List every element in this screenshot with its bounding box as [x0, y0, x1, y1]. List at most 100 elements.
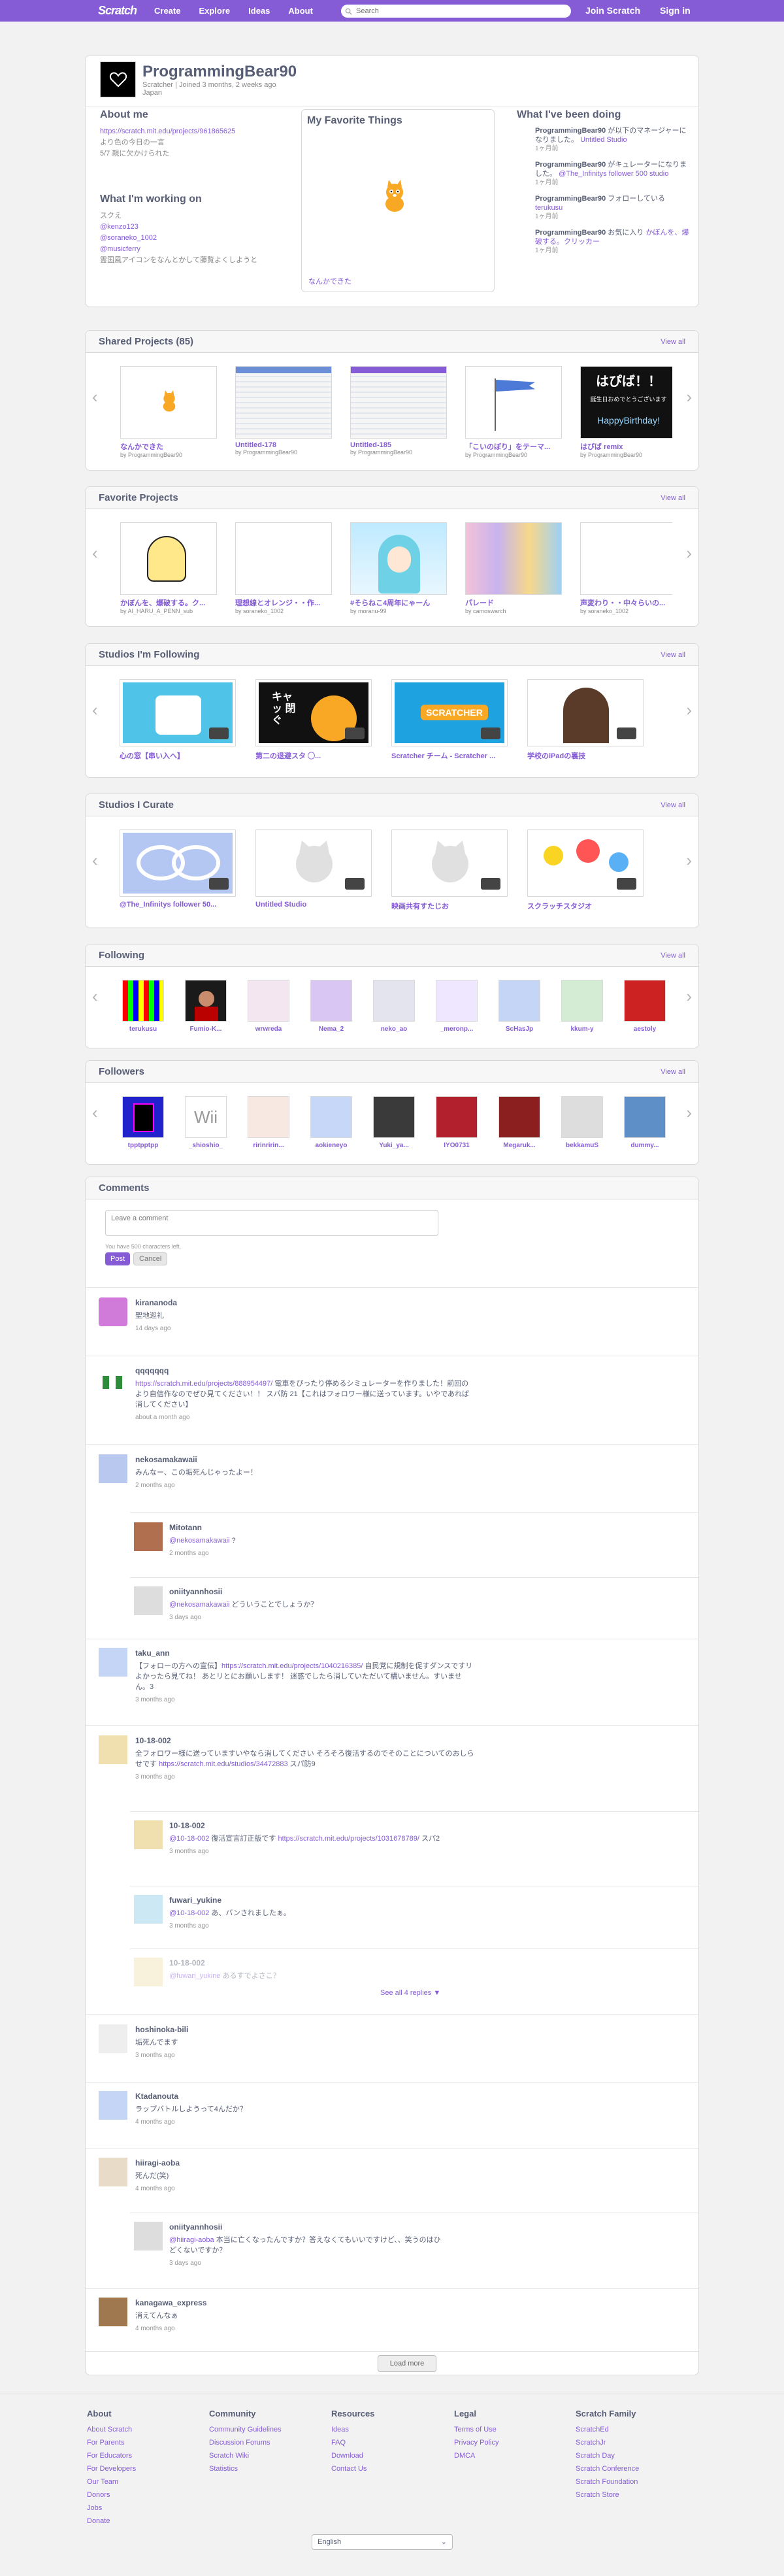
project-tile[interactable]: なんかできた by ProgrammingBear90	[112, 366, 227, 470]
studio-title[interactable]: Untitled Studio	[255, 901, 376, 909]
comment-username[interactable]: oniityannhosii	[169, 2222, 444, 2232]
comment-username[interactable]: nekosamakawaii	[135, 1454, 475, 1465]
username[interactable]: tpptpptpp	[128, 1142, 159, 1149]
comment-mention[interactable]: @10-18-002	[169, 1909, 209, 1917]
avatar[interactable]	[99, 1648, 127, 1677]
avatar[interactable]	[99, 2158, 127, 2186]
project-title[interactable]: はぴば remix	[580, 441, 672, 452]
comment-username[interactable]: Ktadanouta	[135, 2091, 475, 2101]
project-tile[interactable]: パレード by camoswarch	[457, 522, 572, 626]
footer-link[interactable]: Statistics	[209, 2462, 282, 2475]
about-link[interactable]: https://scratch.mit.edu/projects/9618656…	[100, 127, 235, 135]
comment-username[interactable]: Mitotann	[169, 1522, 509, 1533]
avatar[interactable]	[99, 2091, 127, 2120]
project-title[interactable]: 「こいのぼり」をテーマ...	[465, 441, 563, 452]
username[interactable]: terukusu	[129, 1026, 157, 1033]
working-mention[interactable]: @kenzo123	[100, 223, 139, 231]
avatar[interactable]	[99, 2298, 127, 2326]
username[interactable]: kkum-y	[570, 1026, 593, 1033]
view-all-link[interactable]: View all	[661, 801, 685, 809]
project-title[interactable]: パレード	[465, 597, 563, 608]
user-tile[interactable]: _meronp...	[425, 980, 488, 1045]
post-button[interactable]: Post	[105, 1252, 131, 1265]
chevron-left-icon[interactable]: ‹	[92, 543, 98, 563]
username[interactable]: bekkamuS	[566, 1142, 598, 1149]
footer-link[interactable]: For Parents	[87, 2436, 136, 2449]
username[interactable]: aokieneyo	[316, 1142, 348, 1149]
studio-title[interactable]: 心の窓【串い入へ】	[120, 750, 240, 761]
project-author[interactable]: by ProgrammingBear90	[350, 449, 448, 456]
chevron-right-icon[interactable]: ›	[686, 850, 692, 871]
project-author[interactable]: by ProgrammingBear90	[465, 452, 563, 458]
project-tile[interactable]: はぴば！！ 誕生日おめでとうございます HappyBirthday! はぴば r…	[572, 366, 672, 470]
comment-link[interactable]: https://scratch.mit.edu/projects/1031678…	[278, 1835, 419, 1843]
studio-title[interactable]: 映画共有すたじお	[391, 901, 512, 911]
load-more-button[interactable]: Load more	[378, 2355, 436, 2372]
chevron-right-icon[interactable]: ›	[686, 543, 692, 563]
studio-title[interactable]: 学校のiPadの裏技	[527, 750, 647, 761]
project-tile[interactable]: Untitled-185 by ProgrammingBear90	[342, 366, 457, 470]
footer-link[interactable]: ScratchJr	[576, 2436, 639, 2449]
avatar[interactable]	[99, 2024, 127, 2053]
project-title[interactable]: #そらねこ4周年にゃーん	[350, 597, 448, 608]
footer-link[interactable]: Privacy Policy	[454, 2436, 498, 2449]
studio-title[interactable]: 第二の退避スタ ◯...	[255, 750, 376, 761]
comment-mention[interactable]: @nekosamakawaii	[169, 1601, 230, 1609]
comment-mention[interactable]: @hiiragi-aoba	[169, 2236, 214, 2244]
user-tile[interactable]: ririnririn...	[237, 1096, 300, 1162]
user-tile[interactable]: terukusu	[112, 980, 174, 1045]
user-tile[interactable]: Megaruk...	[488, 1096, 551, 1162]
avatar[interactable]	[134, 1958, 163, 1986]
footer-link[interactable]: Download	[331, 2449, 374, 2462]
view-all-link[interactable]: View all	[661, 338, 685, 346]
user-tile[interactable]: wrwreda	[237, 980, 300, 1045]
working-mention[interactable]: @musicferry	[100, 245, 140, 253]
footer-link[interactable]: Scratch Conference	[576, 2462, 639, 2475]
project-author[interactable]: by ProgrammingBear90	[120, 452, 218, 458]
chevron-left-icon[interactable]: ‹	[92, 1103, 98, 1123]
footer-link[interactable]: Jobs	[87, 2501, 136, 2515]
comment-mention[interactable]: @nekosamakawaii	[169, 1537, 230, 1545]
scratch-logo[interactable]: Scratch	[98, 4, 137, 18]
project-tile[interactable]: 理想線とオレンジ・・作... by soraneko_1002	[227, 522, 342, 626]
sign-in-link[interactable]: Sign in	[652, 0, 698, 22]
project-author[interactable]: by AI_HARU_A_PENN_sub	[120, 608, 218, 614]
footer-link[interactable]: FAQ	[331, 2436, 374, 2449]
footer-link[interactable]: Our Team	[87, 2475, 136, 2488]
favorite-project-caption[interactable]: なんかできた	[308, 276, 351, 286]
project-title[interactable]: なんかできた	[120, 441, 218, 452]
footer-link[interactable]: ScratchEd	[576, 2423, 639, 2436]
comment-username[interactable]: 10-18-002	[135, 1735, 475, 1746]
user-tile[interactable]: bekkamuS	[551, 1096, 613, 1162]
activity-link[interactable]: terukusu	[535, 204, 563, 212]
activity-link[interactable]: Untitled Studio	[580, 136, 627, 144]
comment-username[interactable]: hiiragi-aoba	[135, 2158, 475, 2168]
username[interactable]: aestoly	[634, 1026, 656, 1033]
username[interactable]: dummy...	[630, 1142, 659, 1149]
project-title[interactable]: Untitled-178	[235, 441, 333, 449]
nav-create[interactable]: Create	[145, 0, 189, 22]
username[interactable]: Nema_2	[319, 1026, 344, 1033]
footer-link[interactable]: About Scratch	[87, 2423, 136, 2436]
view-all-link[interactable]: View all	[661, 952, 685, 960]
user-tile[interactable]: aokieneyo	[300, 1096, 363, 1162]
comment-username[interactable]: taku_ann	[135, 1648, 475, 1658]
username[interactable]: _meronp...	[440, 1026, 474, 1033]
project-author[interactable]: by moranu-99	[350, 608, 448, 614]
activity-link[interactable]: @The_Infinitys follower 500 studio	[559, 170, 668, 178]
project-tile[interactable]: 声変わり・・中々らいの... by soraneko_1002	[572, 522, 672, 626]
avatar[interactable]	[99, 1365, 127, 1394]
comment-link[interactable]: https://scratch.mit.edu/studios/34472883	[159, 1760, 288, 1768]
comment-username[interactable]: hoshinoka-bili	[135, 2024, 475, 2035]
user-tile[interactable]: Fumio-K...	[174, 980, 237, 1045]
user-tile[interactable]: Nema_2	[300, 980, 363, 1045]
user-tile[interactable]: tpptpptpp	[112, 1096, 174, 1162]
chevron-left-icon[interactable]: ‹	[92, 387, 98, 407]
avatar[interactable]	[134, 1586, 163, 1615]
comment-mention[interactable]: @fuwari_yukine	[169, 1972, 220, 1980]
project-author[interactable]: by ProgrammingBear90	[580, 452, 672, 458]
project-author[interactable]: by soraneko_1002	[580, 608, 672, 614]
project-tile[interactable]: かぼんを、爆破する。ク... by AI_HARU_A_PENN_sub	[112, 522, 227, 626]
user-tile[interactable]: aestoly	[613, 980, 672, 1045]
avatar[interactable]	[99, 1297, 127, 1326]
